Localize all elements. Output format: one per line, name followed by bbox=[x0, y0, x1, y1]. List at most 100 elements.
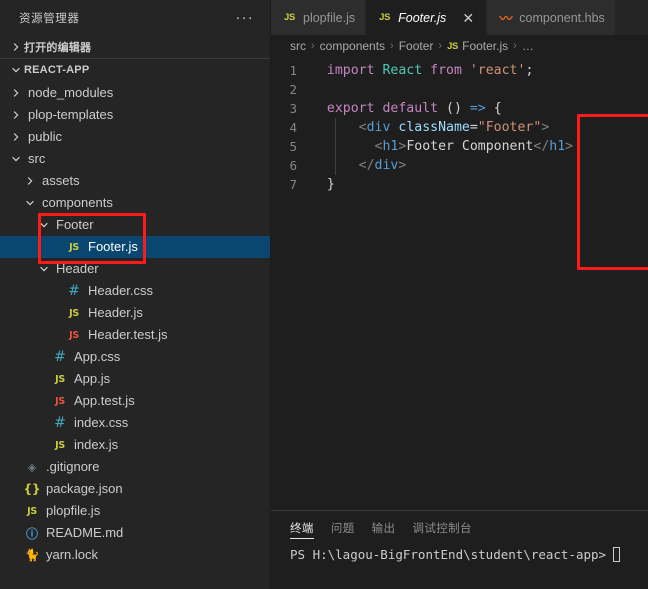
chevron-down-icon bbox=[8, 154, 24, 164]
section-open-editors[interactable]: 打开的编辑器 bbox=[0, 35, 270, 59]
js-file-icon: JS bbox=[55, 439, 65, 451]
tree-file-index.css[interactable]: # index.css bbox=[0, 412, 270, 434]
editor-tab-component-hbs[interactable]: 〰 component.hbs bbox=[487, 0, 616, 35]
code-token: </ bbox=[533, 139, 550, 154]
tree-folder-src[interactable]: src bbox=[0, 148, 270, 170]
code-text: import React from 'react'; bbox=[311, 61, 534, 80]
code-token: React bbox=[382, 63, 423, 78]
code-line: 4 <div className="Footer"> bbox=[271, 118, 648, 137]
tree-item-label: .gitignore bbox=[46, 459, 100, 474]
code-token: div bbox=[374, 158, 399, 173]
tree-item-label: plopfile.js bbox=[46, 503, 101, 518]
breadcrumb-separator-icon: › bbox=[513, 40, 517, 52]
terminal-prompt: PS H:\lagou-BigFrontEnd\student\react-ap… bbox=[290, 547, 607, 562]
tree-file-index.js[interactable]: JS index.js bbox=[0, 434, 270, 456]
tree-folder-components[interactable]: components bbox=[0, 192, 270, 214]
panel-tab-1[interactable]: 问题 bbox=[331, 511, 355, 545]
breadcrumb-item[interactable]: components bbox=[320, 39, 385, 53]
breadcrumb-item[interactable]: src bbox=[290, 39, 306, 53]
tree-file-.gitignore[interactable]: ◈ .gitignore bbox=[0, 456, 270, 478]
test-file-icon: JS bbox=[55, 395, 65, 407]
explorer-header: 资源管理器 ··· bbox=[0, 0, 270, 35]
tree-item-label: Footer.js bbox=[88, 239, 138, 254]
chevron-down-icon bbox=[36, 220, 52, 230]
breadcrumb-item[interactable]: Footer bbox=[399, 39, 434, 53]
tree-folder-assets[interactable]: assets bbox=[0, 170, 270, 192]
code-content: 1 import React from 'react'; 2 3 export de… bbox=[271, 61, 648, 194]
code-token: default bbox=[382, 101, 439, 116]
tree-item-label: components bbox=[42, 195, 113, 210]
more-actions-icon[interactable]: ··· bbox=[231, 10, 258, 25]
tree-file-header.test.js[interactable]: JS Header.test.js bbox=[0, 324, 270, 346]
breadcrumb-label: Footer bbox=[398, 39, 434, 53]
panel-tab-0[interactable]: 终端 bbox=[290, 511, 314, 545]
code-token: export bbox=[326, 101, 375, 116]
breadcrumb-separator-icon: › bbox=[390, 40, 394, 52]
tab-label: Footer.js bbox=[398, 10, 447, 25]
file-tree: node_modules plop-templates public src asset… bbox=[0, 81, 270, 589]
code-token: { bbox=[493, 101, 502, 116]
tree-item-label: yarn.lock bbox=[46, 547, 99, 562]
tree-file-app.test.js[interactable]: JS App.test.js bbox=[0, 390, 270, 412]
code-text: <h1>Footer Component</h1> bbox=[311, 137, 573, 156]
js-file-icon: JS bbox=[283, 12, 296, 23]
breadcrumb-item[interactable]: JS Footer.js bbox=[447, 39, 508, 53]
tree-file-header.css[interactable]: # Header.css bbox=[0, 280, 270, 302]
js-file-icon: JS bbox=[69, 241, 79, 253]
tab-label: plopfile.js bbox=[303, 10, 356, 25]
chevron-down-icon bbox=[8, 65, 24, 75]
handlebars-file-icon: 〰 bbox=[499, 11, 513, 26]
tree-file-yarn.lock[interactable]: 🐈 yarn.lock bbox=[0, 544, 270, 566]
editor-tab-Footer-js[interactable]: JS Footer.js ✕ bbox=[366, 0, 488, 35]
close-icon[interactable]: ✕ bbox=[460, 10, 476, 26]
code-token: = bbox=[469, 120, 478, 135]
code-token: from bbox=[430, 63, 462, 78]
tree-file-readme.md[interactable]: ⓘ README.md bbox=[0, 522, 270, 544]
code-token: } bbox=[326, 177, 335, 192]
breadcrumb-item[interactable]: … bbox=[522, 39, 534, 53]
code-token: div bbox=[366, 120, 391, 135]
tree-file-package.json[interactable]: {} package.json bbox=[0, 478, 270, 500]
section-project-root[interactable]: REACT-APP bbox=[0, 59, 270, 81]
breadcrumb-label: src bbox=[290, 39, 306, 53]
code-token: h1 bbox=[549, 139, 566, 154]
js-file-icon: JS bbox=[27, 505, 37, 517]
md-file-icon: ⓘ bbox=[25, 526, 38, 541]
code-token: > bbox=[398, 158, 407, 173]
tree-file-footer.js[interactable]: JS Footer.js bbox=[0, 236, 270, 258]
tree-item-label: Header bbox=[56, 261, 99, 276]
tree-file-plopfile.js[interactable]: JS plopfile.js bbox=[0, 500, 270, 522]
tree-folder-footer[interactable]: Footer bbox=[0, 214, 270, 236]
tree-folder-plop-templates[interactable]: plop-templates bbox=[0, 104, 270, 126]
terminal-line[interactable]: PS H:\lagou-BigFrontEnd\student\react-ap… bbox=[271, 545, 648, 562]
tree-item-label: README.md bbox=[46, 525, 124, 540]
tree-folder-node_modules[interactable]: node_modules bbox=[0, 82, 270, 104]
chevron-right-icon bbox=[22, 176, 38, 186]
tree-folder-public[interactable]: public bbox=[0, 126, 270, 148]
tree-item-label: App.js bbox=[74, 371, 111, 386]
code-text: </div> bbox=[311, 156, 406, 175]
tree-file-header.js[interactable]: JS Header.js bbox=[0, 302, 270, 324]
tree-item-label: node_modules bbox=[28, 85, 114, 100]
chevron-down-icon bbox=[36, 264, 52, 274]
tree-file-app.js[interactable]: JS App.js bbox=[0, 368, 270, 390]
indent-guide bbox=[335, 137, 336, 156]
tree-file-app.css[interactable]: # App.css bbox=[0, 346, 270, 368]
code-token: className bbox=[398, 120, 470, 135]
tree-folder-header[interactable]: Header bbox=[0, 258, 270, 280]
line-number: 5 bbox=[289, 139, 297, 154]
panel-tab-3[interactable]: 调试控制台 bbox=[412, 511, 472, 545]
tree-item-label: src bbox=[28, 151, 46, 166]
tree-item-label: Footer bbox=[56, 217, 94, 232]
panel-tab-2[interactable]: 输出 bbox=[372, 511, 396, 545]
editor-tab-plopfile-js[interactable]: JS plopfile.js bbox=[271, 0, 367, 35]
code-editor[interactable]: 1 import React from 'react'; 2 3 export de… bbox=[271, 57, 648, 510]
code-line: 2 bbox=[271, 80, 648, 99]
code-line: 7 } bbox=[271, 175, 648, 194]
